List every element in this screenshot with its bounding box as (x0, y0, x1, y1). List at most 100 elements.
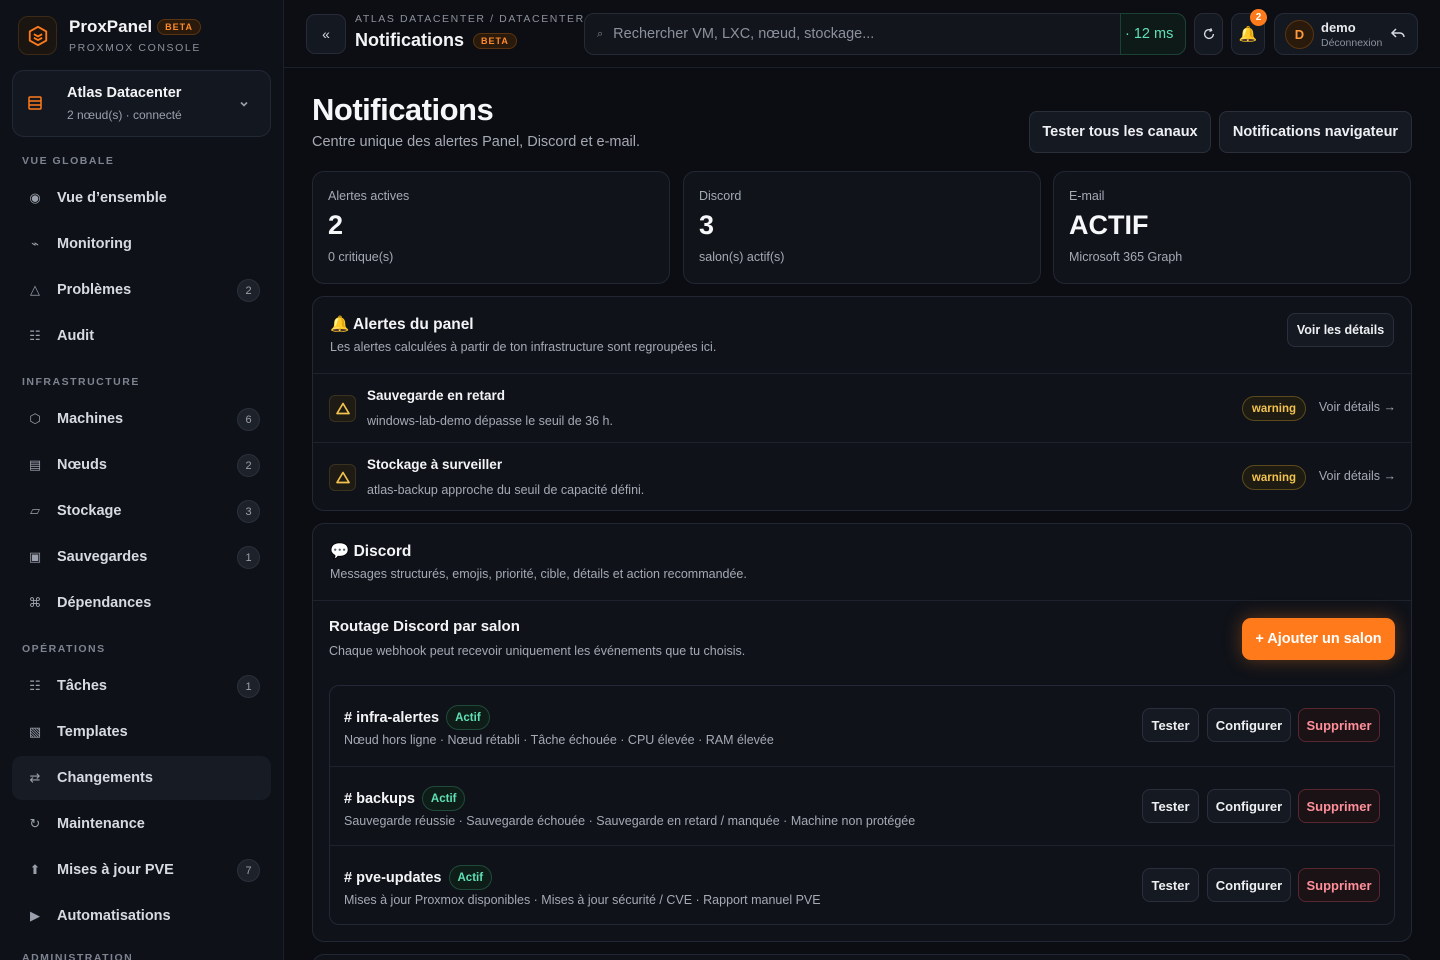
sidebar-item-label: Templates (57, 724, 128, 740)
search-input[interactable] (613, 26, 1185, 42)
chevron-down-icon (238, 97, 250, 115)
sidebar-item-label: Machines (57, 411, 124, 427)
routing-title: Routage Discord par salon (329, 618, 520, 635)
configure-channel-button[interactable]: Configurer (1207, 789, 1291, 823)
node-icon: ▤ (28, 457, 42, 472)
server-icon (27, 95, 43, 116)
logout-label: Déconnexion (1321, 37, 1383, 49)
sidebar-item-label: Stockage (57, 503, 122, 519)
sidebar-item-label: Monitoring (57, 236, 132, 252)
machine-icon: ⬡ (29, 411, 41, 426)
panel-title: 🔔 Alertes du panel (330, 316, 474, 333)
proxpanel-logo-icon (18, 16, 57, 55)
count-badge: 1 (237, 546, 260, 569)
alert-details-link[interactable]: Voir détails → (1319, 400, 1396, 414)
sidebar-item[interactable]: ⬆ Mises à jour PVE 7 (12, 848, 271, 892)
sidebar: ProxPanel BETA PROXMOX CONSOLE Atlas Dat… (0, 0, 284, 960)
view-details-button[interactable]: Voir les détails (1287, 313, 1394, 347)
topbar: « ATLAS DATACENTER / DATACENTER Notifica… (284, 0, 1440, 68)
sidebar-item[interactable]: ▤ Nœuds 2 (12, 443, 271, 487)
alert-row[interactable]: Sauvegarde en retard windows-lab-demo dé… (313, 373, 1411, 442)
stat-label: Discord (699, 189, 742, 203)
delete-channel-button[interactable]: Supprimer (1298, 708, 1380, 742)
refresh-icon (1203, 28, 1214, 40)
sidebar-item[interactable]: ☷ Tâches 1 (12, 664, 271, 708)
channel-events: Sauvegarde réussie · Sauvegarde échouée … (344, 814, 916, 828)
stat-label: Alertes actives (328, 189, 410, 203)
browser-notifications-button[interactable]: Notifications navigateur (1219, 111, 1412, 153)
channel-name: # backups (344, 790, 415, 807)
sidebar-item-label: Sauvegardes (57, 549, 148, 565)
sidebar-item[interactable]: ☷ Audit (12, 314, 271, 358)
sidebar-item[interactable]: ⬡ Machines 6 (12, 397, 271, 441)
sidebar-item[interactable]: ⇄ Changements (12, 756, 271, 800)
sidebar-item-label: Nœuds (57, 457, 107, 473)
sidebar-item-label: Audit (57, 328, 95, 344)
status-badge: Actif (448, 865, 493, 890)
sidebar-item[interactable]: ▱ Stockage 3 (12, 489, 271, 533)
panel-alerts: 🔔 Alertes du panel Les alertes calculées… (312, 296, 1412, 511)
brand[interactable]: ProxPanel BETA PROXMOX CONSOLE (18, 16, 201, 55)
test-channel-button[interactable]: Tester (1142, 789, 1199, 823)
brand-name: ProxPanel (69, 17, 153, 36)
severity-badge: warning (1241, 396, 1306, 421)
channel-row: # pve-updates Actif Mises à jour Proxmox… (330, 845, 1394, 924)
test-all-channels-button[interactable]: Tester tous les canaux (1029, 111, 1211, 153)
sidebar-item[interactable]: ↻ Maintenance (12, 802, 271, 846)
count-badge: 2 (237, 454, 260, 477)
stat-sub: Microsoft 365 Graph (1069, 250, 1183, 264)
delete-channel-button[interactable]: Supprimer (1298, 868, 1380, 902)
stat-value: ACTIF (1069, 210, 1149, 240)
count-badge: 6 (237, 408, 260, 431)
breadcrumb[interactable]: ATLAS DATACENTER / DATACENTER (355, 13, 585, 25)
panel-discord: 💬 Discord Messages structurés, emojis, p… (312, 523, 1412, 942)
stat-card-email: E-mail ACTIF Microsoft 365 Graph (1053, 171, 1411, 284)
delete-channel-button[interactable]: Supprimer (1298, 789, 1380, 823)
notifications-button[interactable]: 🔔 2 (1231, 9, 1267, 55)
sidebar-item[interactable]: ▧ Templates (12, 710, 271, 754)
audit-icon: ☷ (29, 328, 41, 343)
alert-title: Stockage à surveiller (367, 457, 503, 472)
count-badge: 3 (237, 500, 260, 523)
collapse-sidebar-button[interactable]: « (306, 14, 346, 54)
stat-value: 3 (699, 210, 715, 240)
alert-row[interactable]: Stockage à surveiller atlas-backup appro… (313, 442, 1411, 510)
overview-icon: ◉ (29, 190, 41, 205)
stat-label: E-mail (1069, 189, 1105, 203)
logout-icon[interactable] (1390, 25, 1406, 46)
notification-count-badge: 2 (1250, 9, 1267, 26)
panel-title: 💬 Discord (330, 543, 412, 560)
stat-sub: salon(s) actif(s) (699, 250, 785, 264)
sidebar-item[interactable]: ⌘ Dépendances (12, 581, 271, 625)
sidebar-item[interactable]: △ Problèmes 2 (12, 268, 271, 312)
alert-description: atlas-backup approche du seuil de capaci… (367, 483, 645, 497)
panel-subtitle: Messages structurés, emojis, priorité, c… (330, 567, 747, 581)
search-icon: ⌕ (597, 27, 604, 40)
sidebar-item[interactable]: ▣ Sauvegardes 1 (12, 535, 271, 579)
update-icon: ⬆ (29, 862, 41, 877)
search-bar[interactable]: ⌕ (584, 13, 1186, 55)
count-badge: 7 (237, 859, 260, 882)
channel-name: # pve-updates (344, 869, 442, 886)
dependency-icon: ⌘ (28, 595, 42, 610)
configure-channel-button[interactable]: Configurer (1207, 708, 1291, 742)
test-channel-button[interactable]: Tester (1142, 708, 1199, 742)
user-menu[interactable]: D demo Déconnexion (1274, 13, 1418, 55)
page-title: Notifications (312, 92, 494, 127)
alert-details-link[interactable]: Voir détails → (1319, 469, 1396, 483)
sidebar-item[interactable]: ◉ Vue d’ensemble (12, 176, 271, 220)
add-channel-button[interactable]: + Ajouter un salon (1242, 618, 1395, 660)
datacenter-selector[interactable]: Atlas Datacenter 2 nœud(s) · connecté (12, 70, 271, 137)
automation-icon: ▶ (30, 908, 40, 923)
configure-channel-button[interactable]: Configurer (1207, 868, 1291, 902)
nav-section-title: OPÉRATIONS (22, 643, 106, 655)
sidebar-item[interactable]: ▶ Automatisations (12, 894, 271, 938)
test-channel-button[interactable]: Tester (1142, 868, 1199, 902)
stat-value: 2 (328, 210, 344, 240)
changes-icon: ⇄ (29, 770, 41, 785)
tasks-icon: ☷ (29, 678, 41, 693)
sidebar-item[interactable]: ⌁ Monitoring (12, 222, 271, 266)
warning-icon: △ (30, 282, 40, 297)
latency-indicator: · 12 ms (1120, 13, 1186, 55)
refresh-button[interactable] (1194, 13, 1223, 55)
